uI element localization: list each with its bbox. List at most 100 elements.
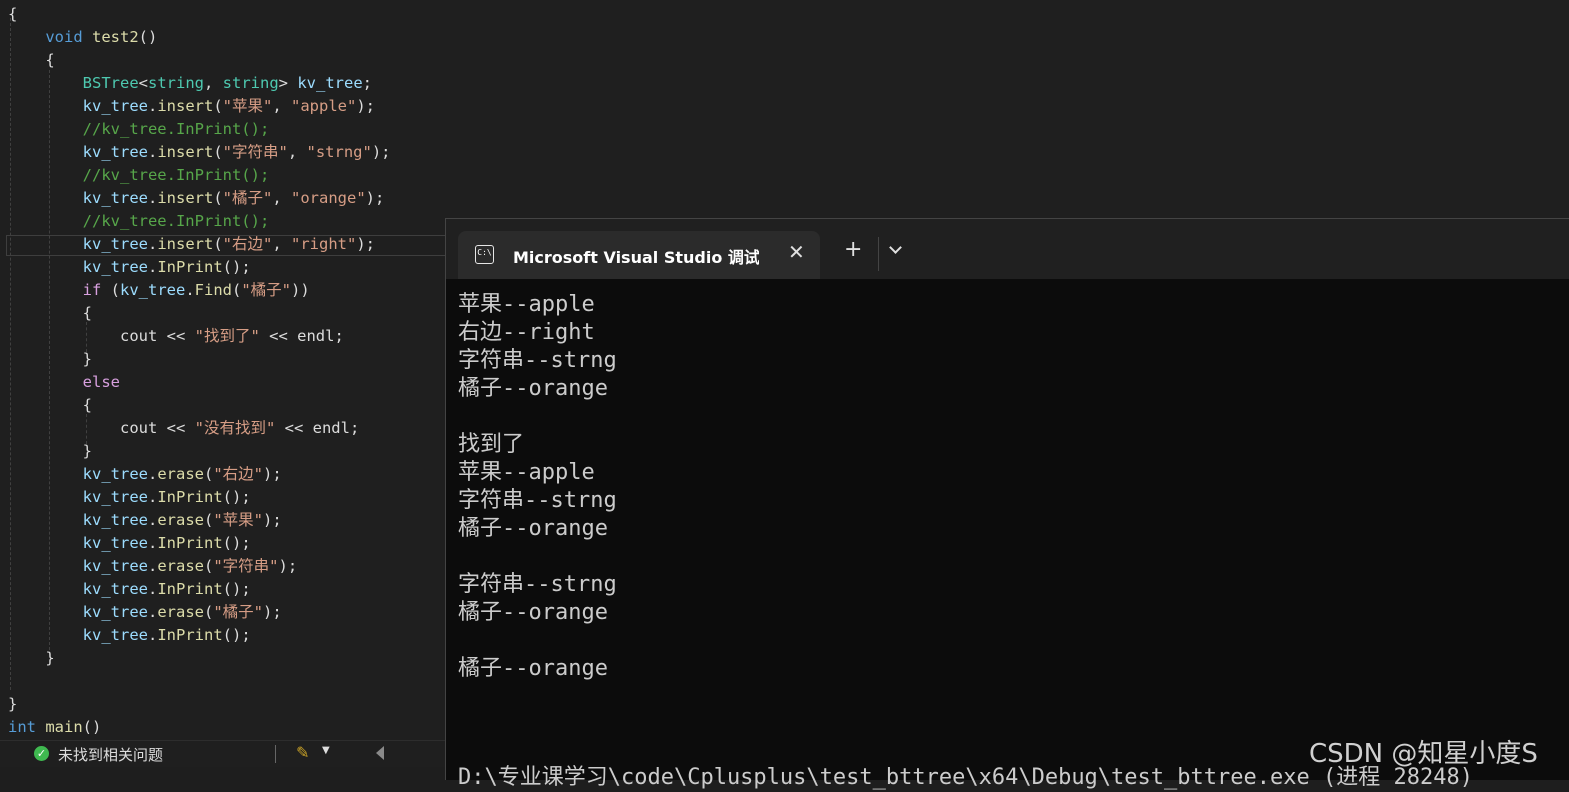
code-token: << endl; [259, 327, 344, 345]
code-token: if [82, 281, 102, 299]
code-line[interactable]: } [8, 348, 92, 371]
code-line[interactable]: { [8, 394, 92, 417]
code-token: ); [371, 143, 391, 161]
code-line[interactable]: { [8, 302, 92, 325]
output-line: 橘子--orange [458, 516, 608, 541]
debug-console-window[interactable]: C:\ Microsoft Visual Studio 调试控 ✕ + 苹果--… [445, 218, 1569, 790]
editor-status-bar: ✓ 未找到相关问题 ✎ ▼ [0, 740, 446, 767]
code-line[interactable]: kv_tree.insert("橘子", "orange"); [8, 187, 385, 210]
code-token: insert [157, 189, 214, 207]
code-line[interactable]: //kv_tree.InPrint(); [8, 210, 270, 233]
code-token: erase [157, 511, 204, 529]
code-line[interactable]: kv_tree.erase("橘子"); [8, 601, 282, 624]
code-line[interactable]: //kv_tree.InPrint(); [8, 118, 270, 141]
code-token: } [8, 695, 18, 713]
code-token: "字符串" [213, 557, 279, 575]
code-token: . [147, 626, 158, 644]
code-line[interactable]: { [8, 49, 54, 72]
close-tab-icon[interactable]: ✕ [788, 240, 805, 264]
code-token: ( [232, 281, 242, 299]
code-line[interactable]: } [8, 440, 92, 463]
code-token: )) [291, 281, 310, 299]
code-line[interactable]: kv_tree.insert("苹果", "apple"); [8, 95, 375, 118]
code-token: Find [194, 281, 232, 299]
code-token: "找到了" [194, 327, 260, 345]
code-line[interactable]: BSTree<string, string> kv_tree; [8, 72, 372, 95]
code-token: ; [362, 74, 373, 92]
chevron-down-icon[interactable]: ▼ [322, 745, 330, 756]
code-line[interactable]: { [8, 3, 17, 26]
code-line[interactable]: //kv_tree.InPrint(); [8, 164, 270, 187]
code-line[interactable]: int main() [8, 716, 101, 739]
titlebar-separator [878, 237, 879, 271]
code-token: } [8, 350, 92, 368]
code-token: "橘子" [222, 189, 273, 207]
console-output: 苹果--apple 右边--right 字符串--strng 橘子--orang… [458, 291, 617, 683]
watermark: CSDN @知星小度S [1309, 739, 1538, 769]
code-line[interactable]: kv_tree.erase("右边"); [8, 463, 282, 486]
code-line[interactable]: kv_tree.erase("字符串"); [8, 555, 298, 578]
issues-status-text[interactable]: 未找到相关问题 [58, 744, 163, 765]
output-line: 橘子--orange [458, 376, 608, 401]
code-line[interactable]: kv_tree.InPrint(); [8, 532, 251, 555]
code-line[interactable]: } [8, 647, 55, 670]
new-tab-button[interactable]: + [844, 239, 862, 261]
code-line[interactable]: else [8, 371, 120, 394]
code-token: kv_tree [82, 580, 148, 598]
code-line[interactable]: kv_tree.InPrint(); [8, 256, 251, 279]
code-line[interactable]: cout << "找到了" << endl; [8, 325, 344, 348]
code-line[interactable]: if (kv_tree.Find("橘子")) [8, 279, 310, 302]
code-token: "没有找到" [194, 419, 276, 437]
code-token: ); [365, 189, 385, 207]
code-line[interactable]: kv_tree.InPrint(); [8, 486, 251, 509]
code-token: ( [213, 97, 223, 115]
code-line[interactable]: cout << "没有找到" << endl; [8, 417, 359, 440]
code-token: //kv_tree.InPrint(); [82, 120, 270, 138]
code-token: ( [213, 189, 223, 207]
check-circle-icon[interactable]: ✓ [34, 746, 49, 761]
output-line: 橘子--orange [458, 656, 608, 681]
code-token: erase [157, 557, 204, 575]
terminal-tab-title: Microsoft Visual Studio 调试控 [513, 248, 759, 267]
code-token: "右边" [222, 235, 273, 253]
cleanup-brush-icon[interactable]: ✎ [296, 743, 309, 762]
code-line[interactable]: kv_tree.erase("苹果"); [8, 509, 282, 532]
code-token: { [8, 304, 92, 322]
code-token: ( [213, 235, 223, 253]
code-line[interactable]: } [8, 693, 17, 716]
output-line: 橘子--orange [458, 600, 608, 625]
terminal-tab[interactable]: C:\ Microsoft Visual Studio 调试控 ✕ [458, 231, 820, 279]
code-token: ); [356, 235, 376, 253]
code-line[interactable]: kv_tree.insert("右边", "right"); [8, 233, 375, 256]
code-token: erase [157, 465, 204, 483]
code-token: int [8, 718, 36, 736]
code-token: kv_tree [82, 557, 148, 575]
output-line: 苹果--apple [458, 460, 595, 485]
code-token: //kv_tree.InPrint(); [82, 212, 270, 230]
chevron-down-icon[interactable] [889, 241, 902, 254]
code-token: insert [157, 235, 214, 253]
code-token: InPrint [157, 488, 223, 506]
output-line: 字符串--strng [458, 348, 617, 373]
code-line[interactable]: kv_tree.InPrint(); [8, 578, 251, 601]
code-token: erase [157, 603, 204, 621]
code-token: kv_tree [82, 189, 148, 207]
code-token: kv_tree [82, 143, 148, 161]
code-token: BSTree [82, 74, 139, 92]
code-token: "苹果" [222, 97, 273, 115]
code-token: insert [157, 143, 214, 161]
output-line: 字符串--strng [458, 488, 617, 513]
code-line[interactable]: void test2() [8, 26, 157, 49]
code-token: } [8, 649, 55, 667]
code-line[interactable]: kv_tree.InPrint(); [8, 624, 251, 647]
scroll-left-icon[interactable] [376, 746, 384, 760]
code-line[interactable]: kv_tree.insert("字符串", "strng"); [8, 141, 391, 164]
